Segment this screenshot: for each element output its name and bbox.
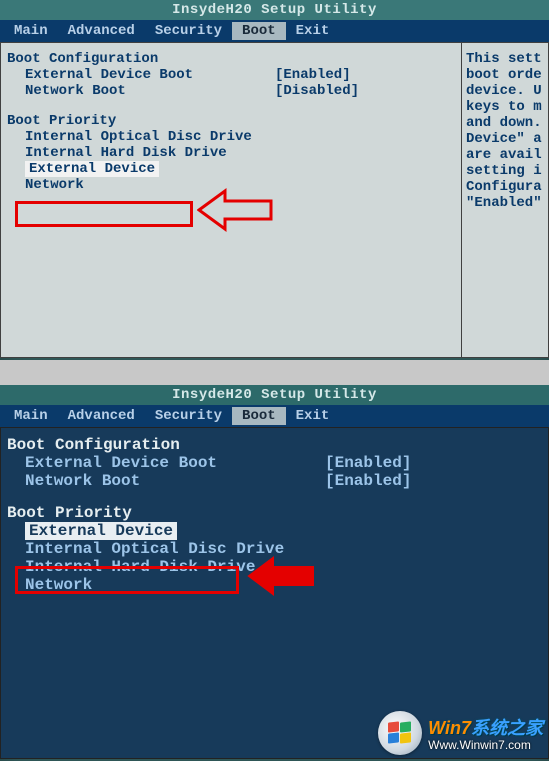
priority-item[interactable]: Internal Optical Disc Drive [7, 540, 542, 558]
menu-security[interactable]: Security [145, 407, 232, 425]
menu-bar: Main Advanced Security Boot Exit [0, 20, 549, 42]
menu-boot[interactable]: Boot [232, 407, 286, 425]
menu-bar: Main Advanced Security Boot Exit [0, 405, 549, 427]
menu-advanced[interactable]: Advanced [58, 407, 145, 425]
priority-item[interactable]: Internal Optical Disc Drive [7, 129, 455, 145]
bios-help-pane: This sett boot orde device. U keys to m … [462, 42, 549, 358]
option-value: [Enabled] [325, 472, 445, 490]
section-boot-priority: Boot Priority [7, 504, 542, 522]
option-label: External Device Boot [25, 67, 275, 83]
priority-item[interactable]: Network [7, 177, 455, 193]
menu-advanced[interactable]: Advanced [58, 22, 145, 40]
bios-title: InsydeH20 Setup Utility [0, 385, 549, 405]
priority-item[interactable]: Internal Hard Disk Drive [7, 145, 455, 161]
option-value: [Enabled] [325, 454, 445, 472]
menu-security[interactable]: Security [145, 22, 232, 40]
section-boot-config: Boot Configuration [7, 436, 542, 454]
annotation-red-box [15, 201, 193, 227]
option-external-device-boot[interactable]: External Device Boot [Enabled] [7, 454, 542, 472]
bios-main-pane: Boot Configuration External Device Boot … [0, 427, 549, 759]
priority-selected-label: External Device [25, 161, 159, 177]
priority-item[interactable]: Internal Hard Disk Drive [7, 558, 542, 576]
priority-selected-label: External Device [25, 522, 177, 540]
help-text: This sett boot orde device. U keys to m … [466, 51, 544, 211]
annotation-arrow-icon [197, 187, 277, 233]
section-boot-priority: Boot Priority [7, 113, 455, 129]
priority-item-selected[interactable]: External Device [7, 161, 455, 177]
option-network-boot[interactable]: Network Boot [Disabled] [7, 83, 455, 99]
bios-screenshot-before: InsydeH20 Setup Utility Main Advanced Se… [0, 0, 549, 360]
priority-item-selected[interactable]: External Device [7, 522, 542, 540]
menu-exit[interactable]: Exit [286, 22, 340, 40]
option-label: External Device Boot [25, 454, 325, 472]
menu-main[interactable]: Main [4, 22, 58, 40]
menu-main[interactable]: Main [4, 407, 58, 425]
bios-main-pane: Boot Configuration External Device Boot … [0, 42, 462, 358]
menu-exit[interactable]: Exit [286, 407, 340, 425]
section-boot-config: Boot Configuration [7, 51, 455, 67]
menu-boot[interactable]: Boot [232, 22, 286, 40]
option-label: Network Boot [25, 83, 275, 99]
option-value: [Enabled] [275, 67, 395, 83]
bios-title: InsydeH20 Setup Utility [0, 0, 549, 20]
priority-item[interactable]: Network [7, 576, 542, 594]
option-label: Network Boot [25, 472, 325, 490]
bios-screenshot-after: InsydeH20 Setup Utility Main Advanced Se… [0, 385, 549, 761]
option-network-boot[interactable]: Network Boot [Enabled] [7, 472, 542, 490]
option-value: [Disabled] [275, 83, 395, 99]
option-external-device-boot[interactable]: External Device Boot [Enabled] [7, 67, 455, 83]
